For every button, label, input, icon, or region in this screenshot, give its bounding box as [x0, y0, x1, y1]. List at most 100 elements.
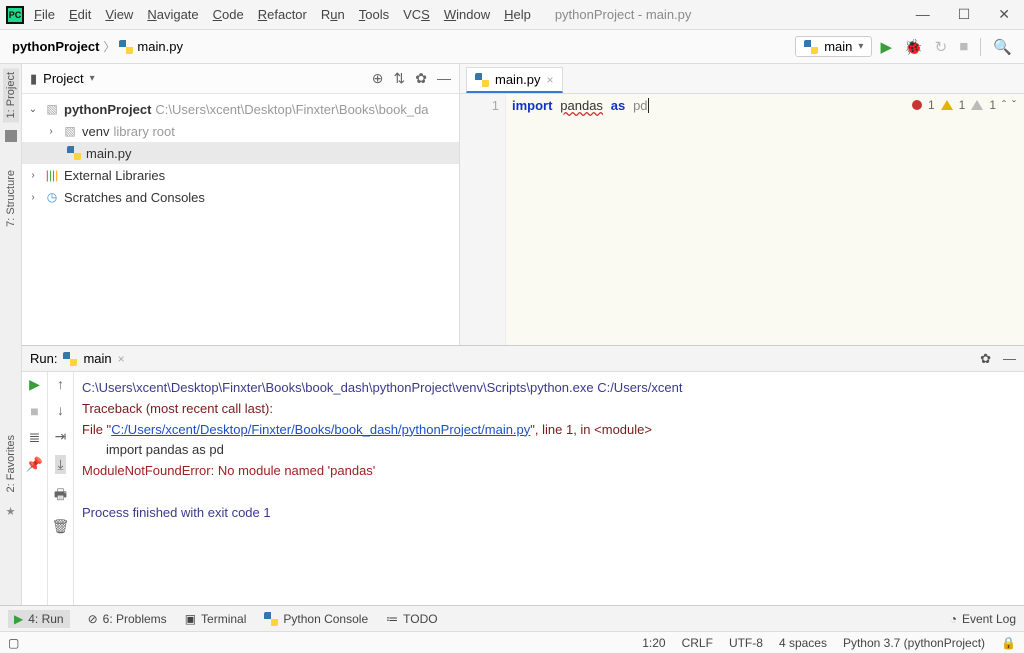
chevron-down-icon[interactable]: ⌄: [26, 104, 40, 115]
menu-code[interactable]: Code: [213, 7, 244, 22]
sidebar-square-icon[interactable]: [5, 130, 17, 142]
menu-run[interactable]: Run: [321, 7, 345, 22]
run-header: Run: main × ✿ —: [22, 346, 1024, 372]
debug-button-icon[interactable]: 🐞: [904, 38, 923, 56]
hide-panel-icon[interactable]: —: [437, 70, 451, 87]
project-pane-header: ▮ Project ▾ ⊕ ⇅ ✿ —: [22, 64, 459, 94]
menu-view[interactable]: View: [105, 7, 133, 22]
rerun-icon[interactable]: ▶: [29, 376, 40, 393]
python-file-icon: [66, 145, 82, 161]
code-editor[interactable]: 1 import pandas as pd 1 1 1: [460, 94, 1024, 345]
pin-icon[interactable]: 📌: [26, 456, 43, 473]
tree-project-root[interactable]: ⌄ ▧ pythonProject C:\Users\xcent\Desktop…: [22, 98, 459, 120]
code-module: pandas: [560, 98, 603, 113]
sidebar-tab-structure[interactable]: 7: Structure: [5, 170, 17, 227]
coverage-button-icon[interactable]: ↻: [935, 38, 948, 56]
menu-edit[interactable]: Edit: [69, 7, 91, 22]
close-tab-icon[interactable]: ×: [547, 73, 554, 87]
status-sdk[interactable]: Python 3.7 (pythonProject): [843, 636, 985, 650]
next-highlighted-icon[interactable]: ˇ: [1012, 98, 1016, 112]
sidebar-tab-project[interactable]: 1: Project: [3, 68, 19, 122]
lock-icon[interactable]: 🔒: [1001, 636, 1016, 650]
kw-as: as: [611, 98, 625, 113]
chevron-right-icon[interactable]: ›: [44, 126, 58, 137]
run-left-toolbar: ▶ ■ ≣ 📌: [22, 372, 48, 605]
up-icon[interactable]: ↑: [57, 376, 64, 392]
search-everywhere-icon[interactable]: 🔍: [993, 38, 1012, 56]
console-line: File "C:/Users/xcent/Desktop/Finxter/Boo…: [82, 420, 1016, 441]
tree-root-path: C:\Users\xcent\Desktop\Finxter\Books\boo…: [155, 102, 428, 117]
editor-area: main.py × 1 import pandas as: [460, 64, 1024, 345]
code-text[interactable]: import pandas as pd: [506, 94, 1024, 345]
folder-icon: ▧: [62, 123, 78, 139]
breadcrumb-file[interactable]: main.py: [137, 39, 183, 54]
bottom-tab-label: Python Console: [283, 612, 368, 626]
stop-button-icon[interactable]: ■: [959, 38, 968, 55]
scroll-icon[interactable]: ⤓: [55, 455, 65, 474]
gear-icon[interactable]: ✿: [415, 70, 427, 87]
run-button-icon[interactable]: ▶: [880, 38, 892, 56]
code-alias: pd: [633, 98, 648, 113]
bottom-tab-pyconsole[interactable]: Python Console: [264, 612, 368, 626]
maximize-icon[interactable]: ☐: [958, 6, 971, 23]
tree-venv[interactable]: › ▧ venv library root: [22, 120, 459, 142]
close-tab-icon[interactable]: ×: [118, 352, 125, 366]
status-position[interactable]: 1:20: [642, 636, 665, 650]
warning-count: 1: [959, 98, 966, 112]
bottom-tab-label: 6: Problems: [103, 612, 167, 626]
run-tab-main[interactable]: main ×: [57, 351, 130, 366]
trash-icon[interactable]: 🗑: [52, 518, 70, 535]
chevron-right-icon[interactable]: ›: [26, 192, 40, 203]
console-file-link[interactable]: C:/Users/xcent/Desktop/Finxter/Books/boo…: [111, 422, 530, 437]
bottom-tab-problems[interactable]: ⊘6: Problems: [88, 612, 167, 626]
menu-navigate[interactable]: Navigate: [147, 7, 198, 22]
inspection-bar[interactable]: 1 1 1 ˆ ˇ: [912, 98, 1016, 112]
bottom-tab-run[interactable]: ▶4: Run: [8, 610, 70, 628]
print-icon[interactable]: 🖶: [54, 484, 67, 508]
console-line: ModuleNotFoundError: No module named 'pa…: [82, 461, 1016, 482]
status-indent[interactable]: 4 spaces: [779, 636, 827, 650]
down-icon[interactable]: ↓: [57, 402, 64, 418]
menu-help[interactable]: Help: [504, 7, 531, 22]
close-icon[interactable]: ✕: [998, 6, 1010, 23]
prev-highlighted-icon[interactable]: ˆ: [1002, 98, 1006, 112]
breadcrumb-project[interactable]: pythonProject: [12, 39, 99, 54]
nav-bar: pythonProject 〉 main.py main ▾ ▶ 🐞 ↻ ■ 🔍: [0, 30, 1024, 64]
run-config-selector[interactable]: main ▾: [795, 36, 872, 57]
bottom-tab-label: TODO: [403, 612, 437, 626]
menu-file[interactable]: File: [34, 7, 55, 22]
menu-window[interactable]: Window: [444, 7, 490, 22]
console-output[interactable]: C:\Users\xcent\Desktop\Finxter\Books\boo…: [74, 372, 1024, 605]
tree-scratches[interactable]: › ◷ Scratches and Consoles: [22, 186, 459, 208]
sidebar-tab-favorites[interactable]: 2: Favorites: [5, 435, 17, 492]
error-icon: [912, 100, 922, 110]
window-icon[interactable]: ▢: [8, 636, 19, 650]
python-icon: [804, 40, 818, 54]
tree-main-file[interactable]: main.py: [22, 142, 459, 164]
python-file-icon: [119, 40, 133, 54]
status-eol[interactable]: CRLF: [682, 636, 713, 650]
weak-warning-icon: [971, 100, 983, 110]
tree-external-libraries[interactable]: › |||| External Libraries: [22, 164, 459, 186]
bottom-tab-terminal[interactable]: ▣Terminal: [185, 612, 247, 626]
wrap-icon[interactable]: ⇥: [55, 428, 67, 445]
gear-icon[interactable]: ✿: [980, 351, 991, 367]
status-encoding[interactable]: UTF-8: [729, 636, 763, 650]
expand-all-icon[interactable]: ⇅: [394, 70, 406, 87]
locate-icon[interactable]: ⊕: [372, 70, 384, 87]
stop-icon[interactable]: ■: [30, 403, 38, 419]
chevron-right-icon[interactable]: ›: [26, 170, 40, 181]
menu-vcs[interactable]: VCS: [403, 7, 430, 22]
hide-panel-icon[interactable]: —: [1003, 351, 1016, 367]
menu-refactor[interactable]: Refactor: [258, 7, 307, 22]
dropdown-arrow-icon[interactable]: ▾: [90, 73, 95, 84]
bottom-tab-eventlog[interactable]: ◔Event Log: [950, 612, 1016, 626]
bottom-tab-todo[interactable]: ≔TODO: [386, 612, 437, 626]
layout-icon[interactable]: ≣: [29, 429, 41, 446]
chevron-right-icon: 〉: [103, 38, 115, 55]
project-pane-title[interactable]: Project: [43, 71, 83, 86]
menu-tools[interactable]: Tools: [359, 7, 389, 22]
editor-tab-main[interactable]: main.py ×: [466, 67, 563, 93]
minimize-icon[interactable]: —: [916, 6, 930, 23]
console-line: Traceback (most recent call last):: [82, 399, 1016, 420]
